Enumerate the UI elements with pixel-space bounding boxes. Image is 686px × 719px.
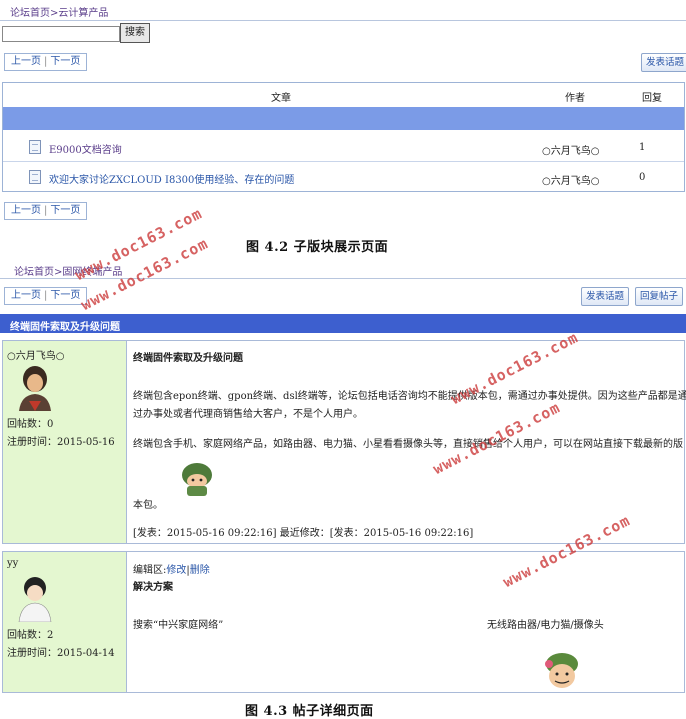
table-row[interactable]: 欢迎大家讨论ZXCLOUD I8300使用经验、存在的问题 ○六月飞鸟○ 0 xyxy=(3,163,684,191)
pager-top: 上一页 | 下一页 xyxy=(4,53,88,71)
author-panel: ○六月飞鸟○ 回帖数：0 注册时间：2015-05-16 xyxy=(3,341,127,543)
header-article: 文章 xyxy=(271,93,291,104)
search-input[interactable] xyxy=(2,26,120,42)
edit-link[interactable]: 修改 xyxy=(166,565,186,576)
document-icon xyxy=(29,170,41,184)
pager-separator: | xyxy=(44,56,48,67)
pager-bottom: 上一页 | 下一页 xyxy=(4,202,88,220)
post-topic-label: 发表话题 xyxy=(646,57,685,68)
post-body-line: 搜索“中兴家庭网络” xyxy=(133,620,224,631)
prev-page-link[interactable]: 上一页 xyxy=(11,205,41,216)
thread-title-bar: 终端固件索取及升级问题 xyxy=(0,314,686,333)
topic-title-link[interactable]: E9000文档咨询 xyxy=(49,141,122,156)
header-replies: 回复 xyxy=(642,93,662,104)
post-title: 解决方案 xyxy=(133,582,173,593)
register-date: 注册时间：2015-05-16 xyxy=(7,437,115,448)
topic-replies: 1 xyxy=(639,142,646,153)
post-body-line: 终端包含手机、家庭网络产品，如路由器、电力猫、小星看看摄像头等，直接销售给个人用… xyxy=(133,439,683,450)
topic-replies: 0 xyxy=(639,172,646,183)
reply-post-button[interactable]: 回复帖子 xyxy=(635,287,684,306)
author-username[interactable]: ○六月飞鸟○ xyxy=(7,347,64,362)
search-button-label: 搜索 xyxy=(125,27,145,38)
pager-separator: | xyxy=(44,290,48,301)
header-band xyxy=(3,107,684,130)
emoticon-soldier-icon xyxy=(182,463,212,496)
post-footer: [发表：2015-05-16 09:22:16] 最近修改：[发表：2015-0… xyxy=(133,528,474,539)
header-author: 作者 xyxy=(565,93,585,104)
post-2: yy 回帖数：2 注册时间：2015-04-14 编辑区:修改|删除 解决方案 … xyxy=(2,551,685,693)
post-body-line: 终端包含epon终端、gpon终端、dsl终端等，论坛包括电话咨询均不能提供版本… xyxy=(133,391,686,402)
search-button[interactable]: 搜索 xyxy=(120,23,150,43)
post-topic-button-2[interactable]: 发表话题 xyxy=(581,287,630,306)
topic-author: ○六月飞鸟○ xyxy=(542,146,600,157)
next-page-link[interactable]: 下一页 xyxy=(50,290,80,301)
document-icon xyxy=(29,140,41,154)
thread-title: 终端固件索取及升级问题 xyxy=(10,322,120,333)
breadcrumb[interactable]: 论坛首页>云计算产品 xyxy=(10,4,108,19)
table-row[interactable]: E9000文档咨询 ○六月飞鸟○ 1 xyxy=(3,133,684,162)
post-body-line-right: 无线路由器/电力猫/摄像头 xyxy=(487,620,604,631)
emoticon-soldier-icon xyxy=(545,653,578,688)
reply-post-label: 回复帖子 xyxy=(640,291,679,302)
post-title: 终端固件索取及升级问题 xyxy=(133,353,243,364)
post-1: ○六月飞鸟○ 回帖数：0 注册时间：2015-05-16 终端固件索取及升级问题… xyxy=(2,340,686,544)
post-body-line: 过办事处或者代理商销售给大客户，不是个人用户。 xyxy=(133,409,363,420)
post-count: 回帖数：0 xyxy=(7,419,54,430)
next-page-link[interactable]: 下一页 xyxy=(50,205,80,216)
delete-link[interactable]: 删除 xyxy=(190,565,210,576)
pager-separator: | xyxy=(44,205,48,216)
avatar xyxy=(13,572,57,622)
figure-caption-4-3: 图 4.3 帖子详细页面 xyxy=(245,704,374,719)
avatar xyxy=(11,361,59,411)
topic-title-link[interactable]: 欢迎大家讨论ZXCLOUD I8300使用经验、存在的问题 xyxy=(49,171,294,186)
author-username[interactable]: yy xyxy=(7,558,18,569)
register-date: 注册时间：2015-04-14 xyxy=(7,648,115,659)
prev-page-link[interactable]: 上一页 xyxy=(11,56,41,67)
figure-caption-4-2: 图 4.2 子版块展示页面 xyxy=(246,240,389,255)
post-body-line: 本包。 xyxy=(133,500,163,511)
next-page-link[interactable]: 下一页 xyxy=(50,56,80,67)
post-count: 回帖数：2 xyxy=(7,630,54,641)
pager-detail: 上一页 | 下一页 xyxy=(4,287,88,305)
edit-area: 编辑区:修改|删除 xyxy=(133,561,210,576)
edit-prefix: 编辑区: xyxy=(133,565,167,576)
post-topic-label: 发表话题 xyxy=(586,291,625,302)
topic-author: ○六月飞鸟○ xyxy=(542,176,600,187)
author-panel: yy 回帖数：2 注册时间：2015-04-14 xyxy=(3,552,127,692)
topic-table: 文章 作者 回复 E9000文档咨询 ○六月飞鸟○ 1 欢迎大家讨论ZXCLOU… xyxy=(2,82,685,192)
prev-page-link[interactable]: 上一页 xyxy=(11,290,41,301)
post-topic-button[interactable]: 发表话题 xyxy=(641,53,686,72)
